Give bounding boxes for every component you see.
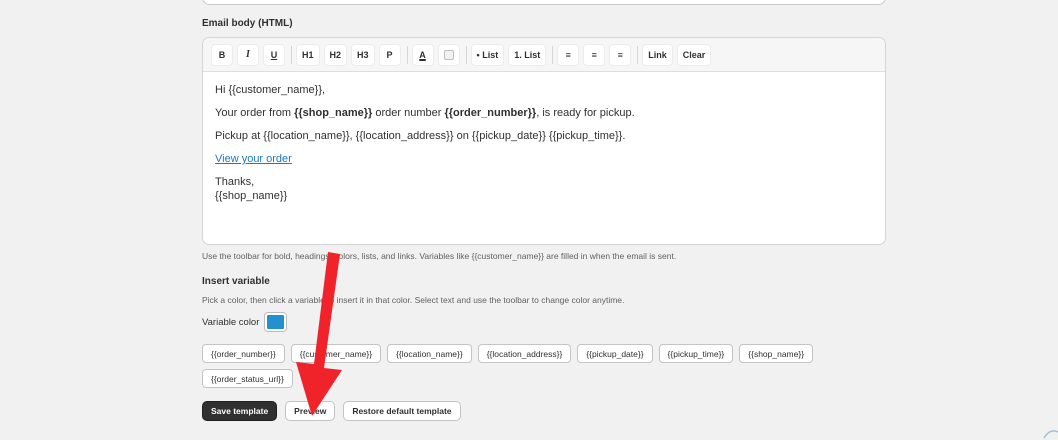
restore-default-button[interactable]: Restore default template bbox=[343, 401, 461, 421]
clear-format-button[interactable]: Clear bbox=[676, 43, 712, 66]
heading1-button[interactable]: H1 bbox=[296, 43, 320, 66]
bullet-list-button[interactable]: • List bbox=[470, 43, 505, 66]
editor-content[interactable]: Hi {{customer_name}}, Your order from {{… bbox=[203, 72, 885, 214]
email-body-label: Email body (HTML) bbox=[202, 18, 293, 29]
thanks-line: Thanks, bbox=[215, 176, 255, 188]
variable-chip-customer-name[interactable]: {{customer_name}} bbox=[290, 344, 382, 363]
editor-helper-text: Use the toolbar for bold, headings, colo… bbox=[202, 251, 677, 261]
previous-field-edge bbox=[202, 0, 886, 5]
pickup-line: Pickup at {{location_name}}, {{location_… bbox=[215, 130, 626, 142]
insert-variable-label: Insert variable bbox=[202, 276, 270, 287]
order-number-variable: {{order_number}} bbox=[444, 107, 537, 119]
toolbar-divider bbox=[406, 45, 408, 64]
toolbar-divider bbox=[637, 45, 639, 64]
color-picker-button[interactable] bbox=[437, 43, 460, 66]
variable-chip-order-status-url[interactable]: {{order_status_url}} bbox=[202, 369, 293, 388]
color-swatch-icon bbox=[443, 49, 454, 60]
align-left-button[interactable]: ≡ bbox=[557, 43, 580, 66]
variable-chip-pickup-time[interactable]: {{pickup_time}} bbox=[658, 344, 734, 363]
corner-logo-icon bbox=[1043, 430, 1058, 439]
preview-button[interactable]: Preview bbox=[285, 401, 336, 421]
variable-chip-location-name[interactable]: {{location_name}} bbox=[387, 344, 472, 363]
align-center-button[interactable]: ≡ bbox=[583, 43, 606, 66]
view-order-link[interactable]: View your order bbox=[215, 153, 292, 165]
variable-chip-shop-name[interactable]: {{shop_name}} bbox=[739, 344, 814, 363]
heading2-button[interactable]: H2 bbox=[323, 43, 348, 66]
variable-chip-location-address[interactable]: {{location_address}} bbox=[477, 344, 572, 363]
numbered-list-button[interactable]: 1. List bbox=[508, 43, 547, 66]
order-line: Your order from {{shop_name}} order numb… bbox=[215, 106, 873, 120]
heading3-button[interactable]: H3 bbox=[351, 43, 375, 66]
red-arrow-annotation bbox=[296, 252, 342, 416]
link-button[interactable]: Link bbox=[642, 43, 673, 66]
variable-chip-list: {{order_number}} {{customer_name}} {{loc… bbox=[202, 344, 882, 394]
variable-chip-pickup-date[interactable]: {{pickup_date}} bbox=[577, 344, 653, 363]
save-template-button[interactable]: Save template bbox=[202, 401, 278, 421]
bold-button[interactable]: B bbox=[211, 43, 233, 66]
paragraph-button[interactable]: P bbox=[378, 43, 401, 66]
order-line-prefix: Your order from bbox=[215, 107, 295, 119]
variable-color-swatch[interactable] bbox=[265, 313, 287, 331]
template-actions: Save template Preview Restore default te… bbox=[202, 401, 469, 421]
align-right-button[interactable]: ≡ bbox=[609, 43, 632, 66]
order-line-suffix: , is ready for pickup. bbox=[536, 107, 635, 119]
toolbar-divider bbox=[291, 45, 292, 64]
email-body-editor[interactable]: B I U H1 H2 H3 P A • List 1. List ≡ ≡ ≡ … bbox=[202, 37, 886, 245]
variable-color-row: Variable color bbox=[202, 313, 287, 331]
order-line-mid: order number bbox=[372, 107, 445, 119]
insert-variable-helper: Pick a color, then click a variable to i… bbox=[202, 295, 625, 305]
text-color-button[interactable]: A bbox=[411, 43, 434, 66]
editor-toolbar: B I U H1 H2 H3 P A • List 1. List ≡ ≡ ≡ … bbox=[203, 38, 885, 72]
underline-button[interactable]: U bbox=[263, 43, 285, 66]
italic-button[interactable]: I bbox=[237, 43, 259, 66]
shop-name-variable: {{shop_name}} bbox=[294, 107, 373, 119]
variable-chip-order-number[interactable]: {{order_number}} bbox=[202, 344, 285, 363]
signature-line: {{shop_name}} bbox=[215, 190, 288, 202]
greeting-line: Hi {{customer_name}}, bbox=[215, 84, 326, 96]
toolbar-divider bbox=[552, 45, 554, 64]
variable-color-label: Variable color bbox=[202, 316, 260, 328]
toolbar-divider bbox=[465, 45, 467, 64]
